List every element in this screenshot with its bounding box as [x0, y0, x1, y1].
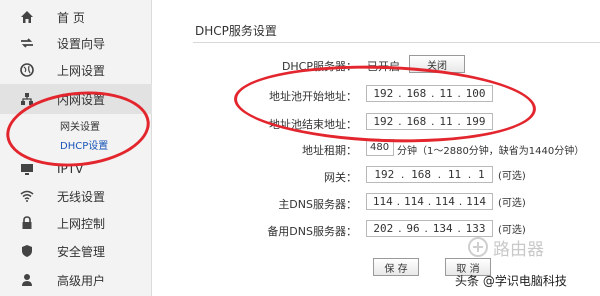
ip-octet[interactable]: 192	[373, 87, 393, 100]
sidebar-nav: 首 页 设置向导 上网设置 内网设置 网关设置 DHCP设置 IPTV 无线设置	[0, 0, 152, 296]
sidebar-item-label: 上网控制	[57, 216, 106, 231]
gateway-optional-note: (可选)	[498, 171, 526, 182]
primary-dns-input[interactable]: 114. 114. 114. 114	[366, 193, 493, 210]
ip-octet[interactable]: 168	[406, 115, 426, 128]
ip-octet[interactable]: 1	[478, 168, 485, 181]
lease-minutes-input[interactable]: 480	[366, 139, 394, 156]
sidebar-item-wireless[interactable]: 无线设置	[0, 181, 152, 211]
sidebar-item-label: 高级用户	[57, 273, 106, 288]
title-divider	[193, 42, 600, 43]
home-icon	[18, 8, 36, 26]
sidebar-item-access-control[interactable]: 上网控制	[0, 208, 152, 238]
primary-dns-label: 主DNS服务器：	[278, 198, 357, 211]
sidebar-item-label: 上网设置	[57, 63, 106, 78]
sidebar-item-label: 安全管理	[57, 244, 106, 259]
sidebar-item-label: 首 页	[57, 10, 85, 25]
ip-octet[interactable]: 199	[466, 115, 486, 128]
watermark-logo-text: 路由器	[493, 239, 544, 260]
ip-octet[interactable]: 192	[373, 115, 393, 128]
watermark-logo: 路由器	[467, 232, 587, 262]
ip-octet[interactable]: 100	[466, 87, 486, 100]
dhcp-server-status: 已开启	[367, 60, 400, 73]
watermark-caption: 头条 @学识电脑科技	[455, 274, 567, 288]
ip-octet[interactable]: 11	[448, 168, 461, 181]
gateway-input[interactable]: 192. 168. 11. 1	[366, 166, 493, 183]
lease-label: 地址租期：	[302, 144, 357, 157]
sidebar-item-label: IPTV	[57, 162, 84, 176]
secondary-dns-label: 备用DNS服务器：	[267, 225, 357, 238]
page-title: DHCP服务设置	[195, 24, 277, 38]
sidebar-item-iptv[interactable]: IPTV	[0, 154, 152, 184]
sidebar-item-internet[interactable]: 上网设置	[0, 55, 152, 85]
ip-octet[interactable]: 114	[373, 195, 393, 208]
pool-start-input[interactable]: 192. 168. 11. 100	[366, 85, 493, 102]
ip-octet[interactable]: 168	[406, 87, 426, 100]
ip-octet[interactable]: 192	[374, 168, 394, 181]
sidebar-item-label: 设置向导	[57, 36, 106, 51]
primary-dns-optional-note: (可选)	[498, 198, 526, 209]
ip-octet[interactable]: 11	[439, 87, 452, 100]
sidebar-item-lan[interactable]: 内网设置	[0, 84, 152, 114]
pool-start-label: 地址池开始地址：	[269, 90, 357, 103]
user-icon	[18, 271, 36, 289]
wizard-arrows-icon	[18, 34, 36, 52]
dhcp-toggle-button[interactable]: 关闭	[409, 55, 465, 73]
lan-icon	[18, 90, 36, 108]
sidebar-item-label: 内网设置	[57, 92, 106, 107]
lease-hint: 分钟（1～2880分钟，缺省为1440分钟）	[397, 146, 585, 157]
tv-icon	[18, 160, 36, 178]
ip-octet[interactable]: 114	[404, 195, 424, 208]
sidebar-item-label: 无线设置	[57, 189, 106, 204]
ip-octet[interactable]: 202	[373, 222, 393, 235]
ip-octet[interactable]: 96	[406, 222, 419, 235]
globe-icon	[18, 61, 36, 79]
lock-icon	[18, 214, 36, 232]
ip-octet[interactable]: 11	[439, 115, 452, 128]
sidebar-item-setup-wizard[interactable]: 设置向导	[0, 28, 152, 58]
save-button[interactable]: 保 存	[373, 258, 419, 276]
wifi-icon	[18, 187, 36, 205]
pool-end-label: 地址池结束地址：	[269, 118, 357, 131]
router-watermark-icon	[468, 237, 488, 257]
pool-end-input[interactable]: 192. 168. 11. 199	[366, 113, 493, 130]
ip-octet[interactable]: 134	[433, 222, 453, 235]
sidebar-subitem-gateway[interactable]: 网关设置	[60, 118, 100, 133]
ip-octet[interactable]: 114	[466, 195, 486, 208]
dhcp-server-label: DHCP服务器：	[281, 60, 357, 73]
sidebar-item-security[interactable]: 安全管理	[0, 236, 152, 266]
shield-icon	[18, 242, 36, 260]
sidebar-item-advanced-user[interactable]: 高级用户	[0, 265, 152, 295]
ip-octet[interactable]: 168	[411, 168, 431, 181]
ip-octet[interactable]: 114	[435, 195, 455, 208]
sidebar-subitem-dhcp[interactable]: DHCP设置	[60, 137, 108, 152]
gateway-label: 网关：	[324, 171, 357, 184]
